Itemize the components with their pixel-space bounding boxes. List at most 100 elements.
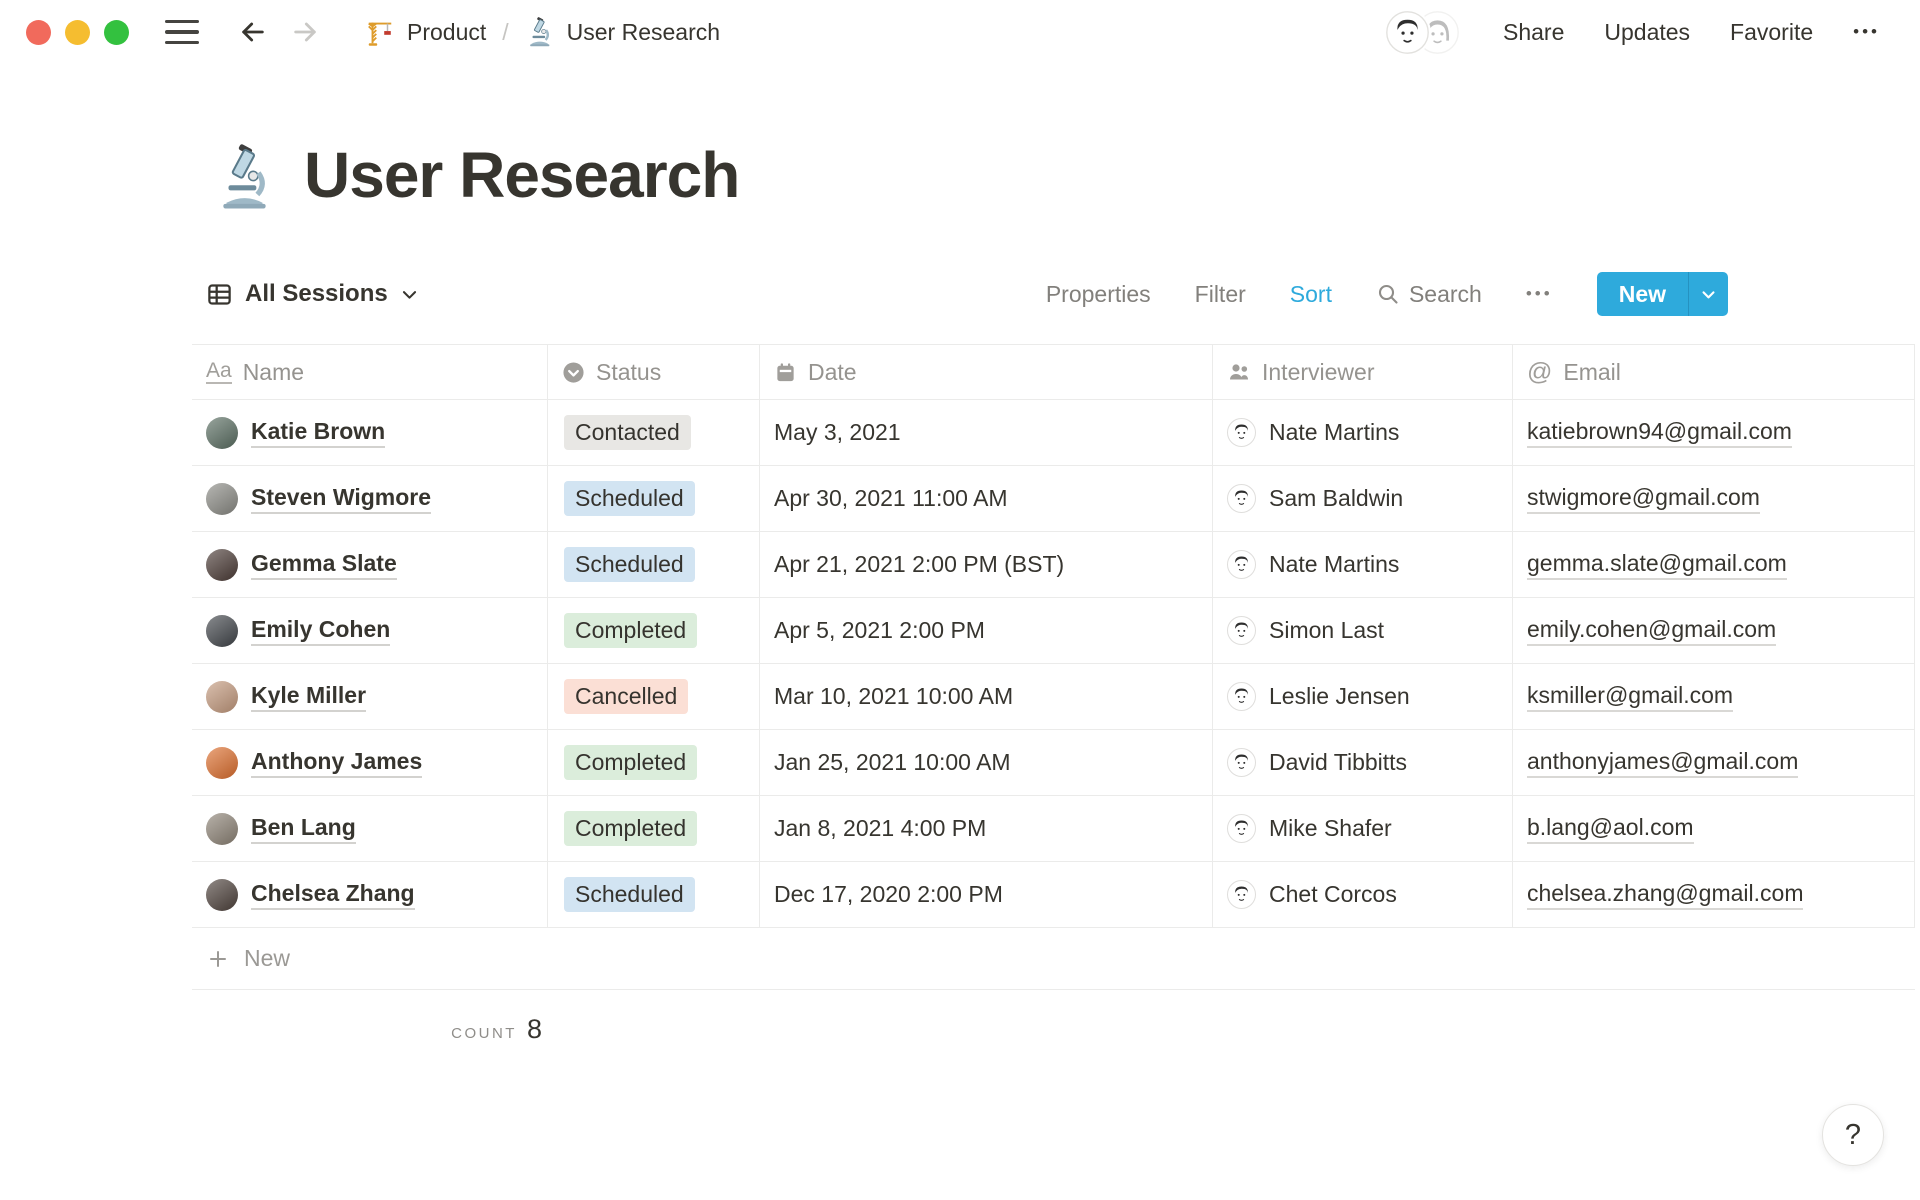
interviewer-cell[interactable]: Mike Shafer (1213, 796, 1513, 862)
email-cell[interactable]: ksmiller@gmail.com (1513, 664, 1915, 730)
email-cell[interactable]: gemma.slate@gmail.com (1513, 532, 1915, 598)
interviewer-cell[interactable]: Simon Last (1213, 598, 1513, 664)
name-cell[interactable]: Ben Lang (192, 796, 548, 862)
email-cell[interactable]: emily.cohen@gmail.com (1513, 598, 1915, 664)
status-badge[interactable]: Scheduled (564, 877, 695, 913)
share-button[interactable]: Share (1503, 19, 1564, 46)
email-link[interactable]: gemma.slate@gmail.com (1527, 550, 1787, 580)
status-badge[interactable]: Completed (564, 613, 698, 649)
status-badge[interactable]: Completed (564, 745, 698, 781)
crane-icon (368, 22, 392, 46)
status-badge[interactable]: Cancelled (564, 679, 689, 715)
back-button[interactable] (237, 16, 269, 48)
interviewer-cell[interactable]: Chet Corcos (1213, 862, 1513, 928)
participant-name-link[interactable]: Steven Wigmore (251, 484, 432, 514)
date-cell[interactable]: Apr 30, 2021 11:00 AM (760, 466, 1213, 532)
column-header-status[interactable]: Status (548, 345, 760, 400)
date-cell[interactable]: Apr 5, 2021 2:00 PM (760, 598, 1213, 664)
date-cell[interactable]: Jan 8, 2021 4:00 PM (760, 796, 1213, 862)
email-link[interactable]: chelsea.zhang@gmail.com (1527, 880, 1804, 910)
interviewer-cell[interactable]: Leslie Jensen (1213, 664, 1513, 730)
status-cell[interactable]: Contacted (548, 400, 760, 466)
name-cell[interactable]: Katie Brown (192, 400, 548, 466)
more-options-icon[interactable]: ••• (1853, 22, 1880, 42)
name-cell[interactable]: Anthony James (192, 730, 548, 796)
name-cell[interactable]: Kyle Miller (192, 664, 548, 730)
participant-name-link[interactable]: Anthony James (251, 748, 423, 778)
forward-button[interactable] (289, 16, 321, 48)
status-cell[interactable]: Scheduled (548, 532, 760, 598)
email-cell[interactable]: b.lang@aol.com (1513, 796, 1915, 862)
view-more-options-icon[interactable]: ••• (1526, 284, 1553, 304)
email-cell[interactable]: chelsea.zhang@gmail.com (1513, 862, 1915, 928)
interviewer-name: Leslie Jensen (1269, 683, 1410, 710)
properties-button[interactable]: Properties (1046, 281, 1151, 308)
column-header-email[interactable]: @ Email (1513, 345, 1915, 400)
email-link[interactable]: anthonyjames@gmail.com (1527, 748, 1799, 778)
view-switcher[interactable]: All Sessions (206, 280, 419, 308)
email-link[interactable]: ksmiller@gmail.com (1527, 682, 1734, 712)
email-cell[interactable]: katiebrown94@gmail.com (1513, 400, 1915, 466)
status-badge[interactable]: Completed (564, 811, 698, 847)
status-cell[interactable]: Completed (548, 598, 760, 664)
zoom-window-button[interactable] (104, 19, 129, 45)
status-cell[interactable]: Completed (548, 730, 760, 796)
search-button[interactable]: Search (1376, 281, 1482, 308)
collaborator-avatar[interactable] (1386, 10, 1429, 54)
new-row-button[interactable]: New (192, 928, 1915, 991)
participant-name-link[interactable]: Katie Brown (251, 418, 386, 448)
date-cell[interactable]: Jan 25, 2021 10:00 AM (760, 730, 1213, 796)
minimize-window-button[interactable] (65, 19, 90, 45)
interviewer-cell[interactable]: Nate Martins (1213, 400, 1513, 466)
date-cell[interactable]: Dec 17, 2020 2:00 PM (760, 862, 1213, 928)
status-cell[interactable]: Cancelled (548, 664, 760, 730)
email-cell[interactable]: anthonyjames@gmail.com (1513, 730, 1915, 796)
interviewer-cell[interactable]: Nate Martins (1213, 532, 1513, 598)
date-cell[interactable]: Mar 10, 2021 10:00 AM (760, 664, 1213, 730)
date-cell[interactable]: May 3, 2021 (760, 400, 1213, 466)
participant-name-link[interactable]: Kyle Miller (251, 682, 367, 712)
participant-avatar (206, 812, 238, 845)
participant-name-link[interactable]: Gemma Slate (251, 550, 397, 580)
sidebar-menu-icon[interactable] (165, 19, 199, 45)
name-cell[interactable]: Chelsea Zhang (192, 862, 548, 928)
email-cell[interactable]: stwigmore@gmail.com (1513, 466, 1915, 532)
date-cell[interactable]: Apr 21, 2021 2:00 PM (BST) (760, 532, 1213, 598)
email-link[interactable]: stwigmore@gmail.com (1527, 484, 1760, 514)
status-cell[interactable]: Scheduled (548, 466, 760, 532)
breadcrumb-item-product[interactable]: Product (365, 17, 486, 47)
at-icon: @ (1527, 357, 1553, 386)
close-window-button[interactable] (26, 19, 51, 45)
status-badge[interactable]: Scheduled (564, 547, 695, 583)
participant-name-link[interactable]: Ben Lang (251, 814, 356, 844)
participant-name-link[interactable]: Chelsea Zhang (251, 880, 415, 910)
column-header-interviewer[interactable]: Interviewer (1213, 345, 1513, 400)
email-link[interactable]: katiebrown94@gmail.com (1527, 418, 1792, 448)
email-link[interactable]: b.lang@aol.com (1527, 814, 1694, 844)
table-view-icon (208, 284, 231, 305)
status-badge[interactable]: Scheduled (564, 481, 695, 517)
favorite-button[interactable]: Favorite (1730, 19, 1813, 46)
participant-name-link[interactable]: Emily Cohen (251, 616, 391, 646)
status-cell[interactable]: Scheduled (548, 862, 760, 928)
name-cell[interactable]: Gemma Slate (192, 532, 548, 598)
column-header-date[interactable]: Date (760, 345, 1213, 400)
breadcrumb-item-user-research[interactable]: User Research (525, 17, 720, 47)
status-badge[interactable]: Contacted (564, 415, 691, 451)
new-button-label[interactable]: New (1597, 272, 1688, 316)
name-cell[interactable]: Emily Cohen (192, 598, 548, 664)
new-button[interactable]: New (1596, 272, 1728, 317)
email-link[interactable]: emily.cohen@gmail.com (1527, 616, 1777, 646)
name-cell[interactable]: Steven Wigmore (192, 466, 548, 532)
help-button[interactable]: ? (1822, 1104, 1884, 1166)
filter-button[interactable]: Filter (1195, 281, 1246, 308)
column-label: Interviewer (1262, 358, 1375, 385)
sort-button[interactable]: Sort (1290, 281, 1332, 308)
updates-button[interactable]: Updates (1604, 19, 1690, 46)
column-header-name[interactable]: Aa Name (192, 345, 548, 400)
new-button-dropdown[interactable] (1688, 272, 1728, 317)
interviewer-cell[interactable]: David Tibbitts (1213, 730, 1513, 796)
count-footer[interactable]: COUNT 8 (192, 1014, 548, 1045)
status-cell[interactable]: Completed (548, 796, 760, 862)
interviewer-cell[interactable]: Sam Baldwin (1213, 466, 1513, 532)
